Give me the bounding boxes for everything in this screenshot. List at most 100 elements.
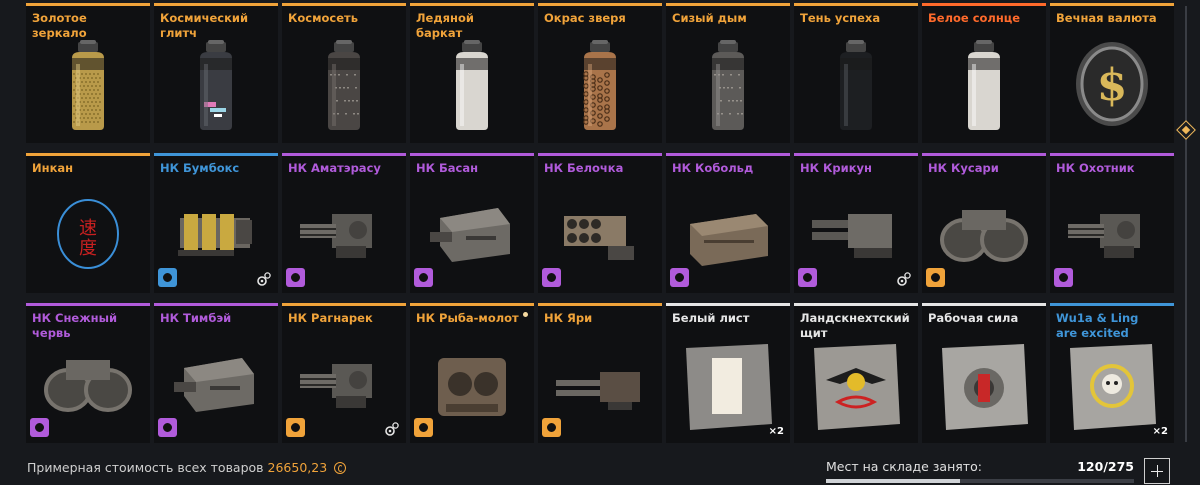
item-name: НК Рагнарек [288, 311, 373, 325]
gear-icon [384, 421, 400, 437]
rarity-badge-icon [286, 268, 305, 287]
item-image [804, 34, 908, 133]
item-name: НК Кусари [928, 161, 999, 175]
rarity-badge-icon [286, 418, 305, 437]
inventory-item[interactable]: НК Рыба-молот [410, 303, 534, 443]
item-image [676, 34, 780, 133]
item-image [292, 184, 396, 283]
rarity-badge-icon [158, 418, 177, 437]
svg-text:度: 度 [79, 238, 97, 259]
item-image: $ [1060, 34, 1164, 133]
item-image [420, 334, 524, 433]
inventory-item[interactable]: Рабочая сила [922, 303, 1046, 443]
rarity-badge-icon [926, 268, 945, 287]
item-name: Сизый дым [672, 11, 747, 25]
inventory-item[interactable]: Инкан 速 度 [26, 153, 150, 293]
item-name: Инкан [32, 161, 74, 175]
inventory-item[interactable]: НК Тимбэй [154, 303, 278, 443]
item-image [1060, 184, 1164, 283]
item-name: НК Рыба-молот [416, 311, 519, 325]
inventory-item[interactable]: НК Крикун [794, 153, 918, 293]
item-image [804, 184, 908, 283]
item-image [292, 34, 396, 133]
item-image [548, 184, 652, 283]
item-image [164, 334, 268, 433]
inventory-grid: Золотое зеркало Космический глитч Космос… [26, 3, 1174, 443]
rarity-badge-icon [158, 268, 177, 287]
inventory-item[interactable]: НК Кусари [922, 153, 1046, 293]
item-image [932, 334, 1036, 433]
svg-text:速: 速 [79, 218, 97, 239]
item-name: НК Аматэрасу [288, 161, 381, 175]
inventory-item[interactable]: НК Бумбокс [154, 153, 278, 293]
inventory-item[interactable]: Сизый дым [666, 3, 790, 143]
svg-text:$: $ [1097, 60, 1128, 111]
rarity-badge-icon [670, 268, 689, 287]
item-name: Космосеть [288, 11, 358, 25]
inventory-item[interactable]: Ледяной баркат [410, 3, 534, 143]
new-indicator-icon [523, 312, 528, 317]
item-name: Окрас зверя [544, 11, 626, 25]
storage-count: 120/275 [1077, 459, 1134, 474]
item-image [164, 34, 268, 133]
item-name: НК Бумбокс [160, 161, 240, 175]
item-name: НК Кобольд [672, 161, 754, 175]
inventory-item[interactable]: НК Белочка [538, 153, 662, 293]
total-value-row: Примерная стоимость всех товаров 26650,2… [27, 460, 347, 475]
item-image [676, 334, 780, 433]
item-image [420, 34, 524, 133]
inventory-item[interactable]: Окрас зверя [538, 3, 662, 143]
inventory-item[interactable]: Белое солнце [922, 3, 1046, 143]
rarity-badge-icon [30, 418, 49, 437]
item-image [36, 334, 140, 433]
scrollbar-thumb[interactable] [1176, 120, 1196, 140]
gear-icon [256, 271, 272, 287]
inventory-item[interactable]: Вечная валюта $ [1050, 3, 1174, 143]
item-name: НК Крикун [800, 161, 872, 175]
storage-progress-fill [826, 479, 961, 483]
storage-label: Мест на складе занято: [826, 459, 982, 474]
gear-icon [896, 271, 912, 287]
item-name: НК Белочка [544, 161, 624, 175]
rarity-badge-icon [1054, 268, 1073, 287]
total-value-amount: 26650,23 [267, 460, 328, 475]
item-image [548, 334, 652, 433]
rarity-badge-icon [542, 418, 561, 437]
item-image [36, 34, 140, 133]
item-name: НК Яри [544, 311, 593, 325]
inventory-item[interactable]: НК Аматэрасу [282, 153, 406, 293]
inventory-item[interactable]: Золотое зеркало [26, 3, 150, 143]
item-image: 速 度 [36, 184, 140, 283]
item-image [804, 334, 908, 433]
item-name: Белый лист [672, 311, 750, 325]
item-name: Рабочая сила [928, 311, 1019, 325]
inventory-item[interactable]: Космосеть [282, 3, 406, 143]
item-name: Вечная валюта [1056, 11, 1157, 25]
inventory-item[interactable]: Ландскнехтский щит [794, 303, 918, 443]
total-value-label: Примерная стоимость всех товаров [27, 460, 264, 475]
inventory-item[interactable]: НК Басан [410, 153, 534, 293]
inventory-item[interactable]: НК Рагнарек [282, 303, 406, 443]
expand-storage-button[interactable] [1144, 458, 1170, 484]
item-image [676, 184, 780, 283]
item-name: НК Басан [416, 161, 479, 175]
rarity-badge-icon [414, 418, 433, 437]
rarity-badge-icon [798, 268, 817, 287]
inventory-item[interactable]: НК Снежный червь [26, 303, 150, 443]
scrollbar-track[interactable] [1185, 6, 1187, 442]
inventory-item[interactable]: Тень успеха [794, 3, 918, 143]
item-quantity: ×2 [768, 426, 784, 437]
item-image [164, 184, 268, 283]
inventory-item[interactable]: НК Яри [538, 303, 662, 443]
rarity-badge-icon [414, 268, 433, 287]
inventory-item[interactable]: Белый лист ×2 [666, 303, 790, 443]
inventory-item[interactable]: Wu1a & Ling are excited ×2 [1050, 303, 1174, 443]
item-name: НК Охотник [1056, 161, 1135, 175]
item-name: Тень успеха [800, 11, 881, 25]
item-name: НК Тимбэй [160, 311, 232, 325]
item-image [420, 184, 524, 283]
scrollbar[interactable] [1176, 0, 1196, 450]
inventory-item[interactable]: НК Кобольд [666, 153, 790, 293]
inventory-item[interactable]: НК Охотник [1050, 153, 1174, 293]
inventory-item[interactable]: Космический глитч [154, 3, 278, 143]
